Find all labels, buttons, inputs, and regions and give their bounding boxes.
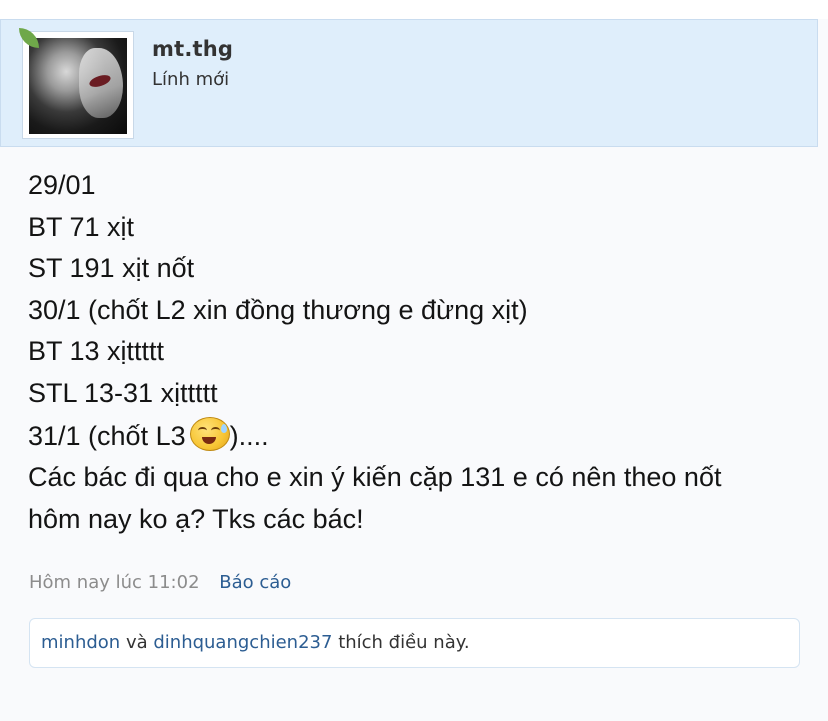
avatar[interactable] [29,38,127,134]
message-line: Các bác đi qua cho e xin ý kiến cặp 131 … [28,462,722,493]
post-timestamp[interactable]: Hôm nay lúc 11:02 [29,572,200,593]
online-status-icon [19,28,39,48]
message-line: BT 71 xịt [28,211,135,242]
emoji-eye [210,426,220,434]
message-text: 31/1 (chốt L3 [28,420,186,451]
like-user-link[interactable]: dinhquangchien237 [153,632,332,653]
message-text: ).... [229,420,269,451]
emoji-mouth [201,436,216,444]
message-line: hôm nay ko ạ? Tks các bác! [28,503,364,534]
author-username[interactable]: mt.thg [152,37,233,61]
like-user-link[interactable]: minhdon [41,632,120,653]
post-meta: Hôm nay lúc 11:02 Báo cáo [29,572,291,593]
author-title: Lính mới [152,69,230,90]
likes-conjunction: và [125,632,148,653]
likes-summary: minhdon và dinhquangchien237 thích điều … [29,618,800,668]
emoji-face [189,416,230,451]
message-line-with-emoji: 31/1 (chốt L3).... [28,415,818,458]
message-line: 29/01 [28,170,96,200]
message-line: ST 191 xịt nốt [28,253,195,284]
report-link[interactable]: Báo cáo [219,572,291,593]
likes-suffix: thích điều này. [338,632,470,653]
message-line: STL 13-31 xịttttt [28,377,218,408]
message-line: 30/1 (chốt L2 xin đồng thương e đừng xịt… [28,294,528,325]
avatar-frame[interactable] [19,28,134,139]
post-message: 29/01 BT 71 xịt ST 191 xịt nốt 30/1 (chố… [28,165,818,540]
post: mt.thg Lính mới 29/01 BT 71 xịt ST 191 x… [0,19,828,721]
sweat-smile-emoji-icon [186,415,230,451]
post-author-header: mt.thg Lính mới [0,19,818,147]
emoji-sweat-drop [220,423,227,433]
message-line: BT 13 xịttttt [28,336,165,367]
emoji-eye [197,426,207,434]
